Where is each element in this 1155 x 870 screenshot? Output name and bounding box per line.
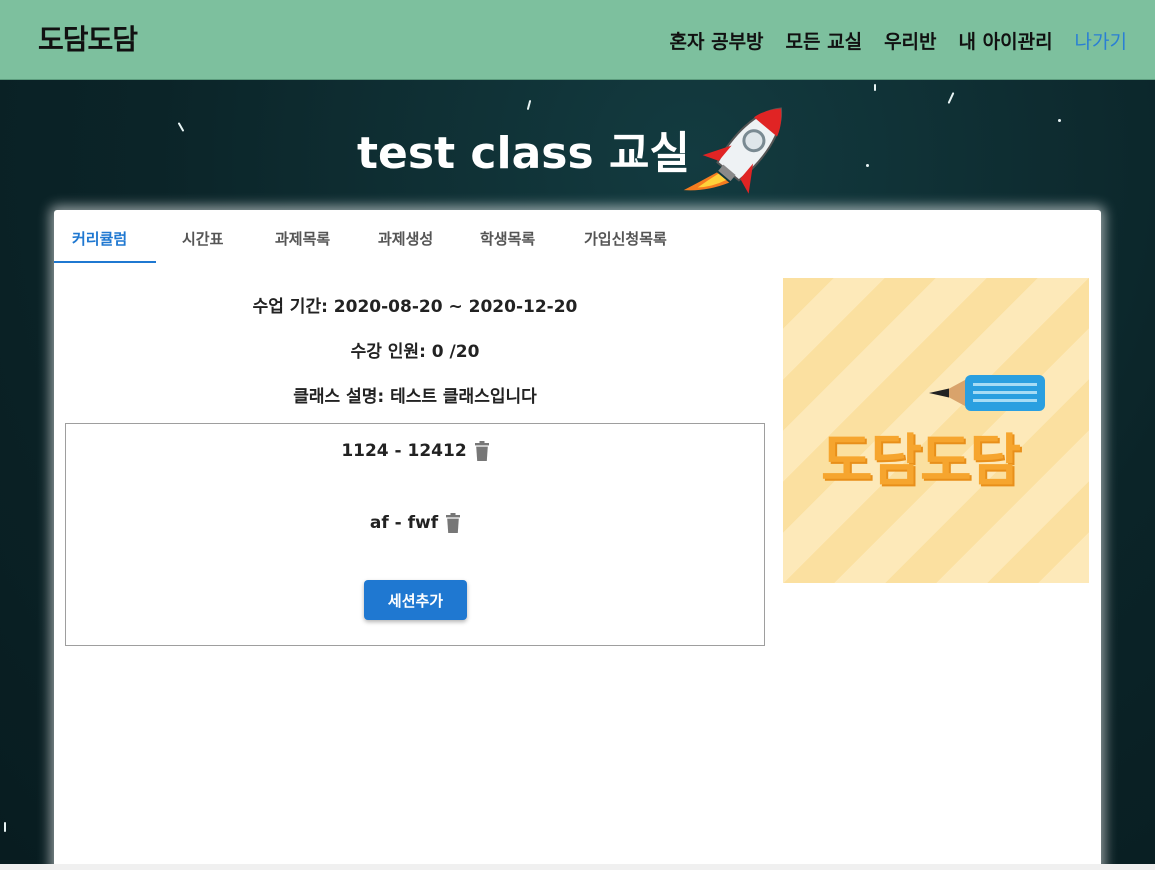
pencil-icon	[929, 375, 1045, 411]
trash-icon[interactable]	[446, 513, 461, 533]
tab-join-requests[interactable]: 가입신청목록	[584, 228, 667, 249]
tab-curriculum[interactable]: 커리큘럼	[72, 228, 127, 249]
course-enrollment: 수강 인원: 0 /20	[350, 342, 480, 362]
tab-assignment-list[interactable]: 과제목록	[275, 228, 330, 249]
logo-panel: 도담도담	[783, 278, 1089, 583]
trash-icon[interactable]	[474, 441, 489, 461]
tab-bar: 커리큘럼 시간표 과제목록 과제생성 학생목록 가입신청목록	[54, 210, 754, 264]
course-period: 수업 기간: 2020-08-20 ~ 2020-12-20	[252, 297, 578, 317]
star	[526, 99, 532, 111]
nav-link-my-child[interactable]: 내 아이관리	[959, 27, 1053, 54]
session-label: 1124 - 12412	[341, 441, 467, 461]
tab-timetable[interactable]: 시간표	[182, 228, 223, 249]
course-description: 클래스 설명: 테스트 클래스입니다	[293, 387, 537, 407]
nav-link-exit[interactable]: 나가기	[1075, 27, 1127, 54]
class-card: 커리큘럼 시간표 과제목록 과제생성 학생목록 가입신청목록 수업 기간: 20…	[54, 210, 1101, 870]
nav-link-all-classes[interactable]: 모든 교실	[786, 27, 863, 54]
classroom-title: test class 교실	[357, 128, 690, 179]
brand-logo[interactable]: 도담도담	[38, 18, 138, 58]
star	[1058, 119, 1061, 122]
star	[947, 92, 955, 104]
star	[874, 84, 876, 91]
logo-text: 도담도담	[821, 429, 1021, 494]
active-tab-indicator	[54, 261, 156, 263]
star	[866, 164, 869, 167]
star	[177, 122, 185, 132]
nav-link-my-class[interactable]: 우리반	[884, 27, 936, 54]
session-label: af - fwf	[369, 513, 439, 533]
bottom-strip	[0, 864, 1155, 870]
session-item: 1124 - 12412	[66, 441, 764, 461]
add-session-button[interactable]: 세션추가	[364, 580, 467, 620]
rocket-icon	[683, 107, 782, 194]
session-item: af - fwf	[66, 513, 764, 533]
nav-link-study-room[interactable]: 혼자 공부방	[670, 27, 764, 54]
session-list: 1124 - 12412 af - fwf 세션추가	[65, 423, 765, 646]
nav-links: 혼자 공부방 모든 교실 우리반 내 아이관리 나가기	[670, 27, 1127, 54]
tab-create-assignment[interactable]: 과제생성	[378, 228, 433, 249]
top-navbar: 도담도담 혼자 공부방 모든 교실 우리반 내 아이관리 나가기	[0, 0, 1155, 80]
star	[4, 822, 6, 832]
tab-student-list[interactable]: 학생목록	[480, 228, 535, 249]
